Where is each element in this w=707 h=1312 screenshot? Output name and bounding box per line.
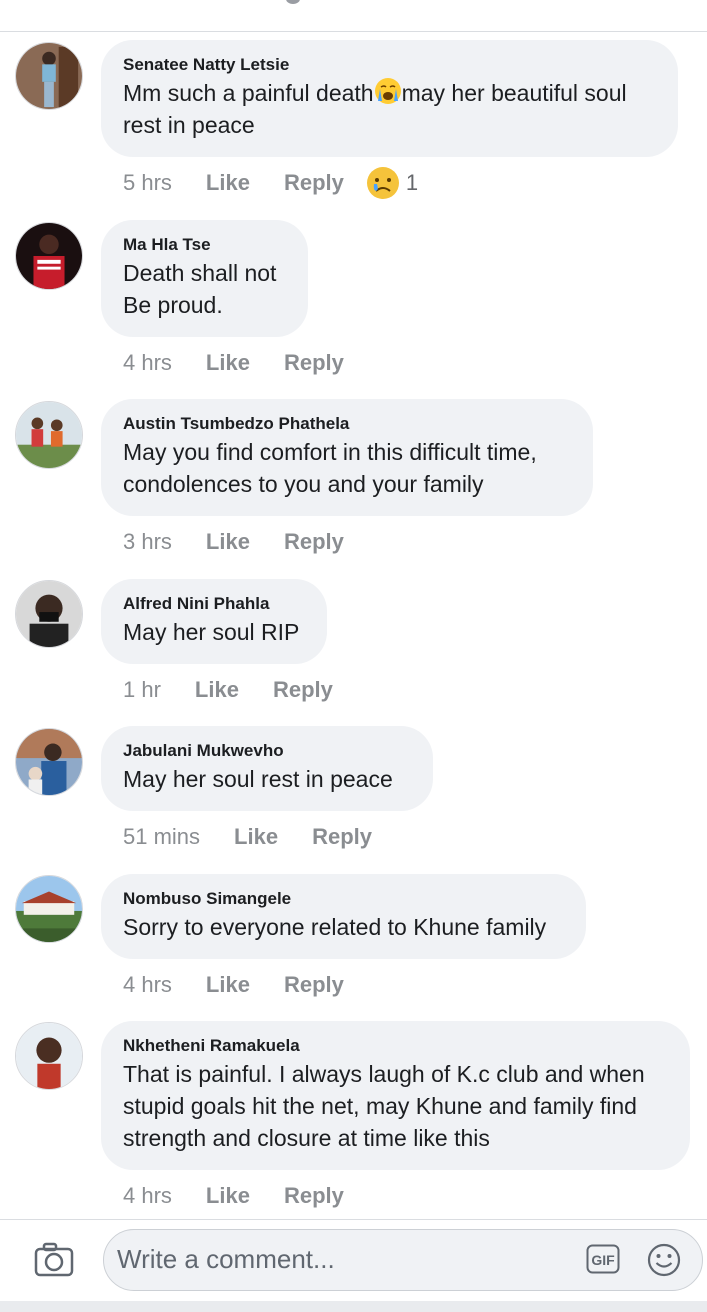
comment-author[interactable]: Ma Hla Tse bbox=[123, 235, 286, 255]
like-button[interactable]: Like bbox=[195, 677, 239, 703]
comment-text: That is painful. I always laugh of K.c c… bbox=[123, 1061, 645, 1151]
avatar[interactable] bbox=[15, 875, 83, 943]
comment-actions: 5 hrs Like Reply 1 bbox=[123, 166, 418, 200]
partial-text-fragment bbox=[286, 0, 300, 4]
comment-text: May her soul RIP bbox=[123, 619, 300, 645]
comment-text: Sorry to everyone related to Khune famil… bbox=[123, 914, 547, 940]
reply-button[interactable]: Reply bbox=[284, 972, 344, 998]
like-button[interactable]: Like bbox=[206, 529, 250, 555]
avatar[interactable] bbox=[15, 728, 83, 796]
sad-reaction-icon bbox=[366, 167, 399, 199]
comment-time[interactable]: 4 hrs bbox=[123, 972, 172, 998]
like-button[interactable]: Like bbox=[206, 170, 250, 196]
like-button[interactable]: Like bbox=[234, 824, 278, 850]
comment-time[interactable]: 3 hrs bbox=[123, 529, 172, 555]
comment-author[interactable]: Alfred Nini Phahla bbox=[123, 594, 305, 614]
reaction-count: 1 bbox=[405, 170, 419, 195]
reply-button[interactable]: Reply bbox=[284, 170, 344, 196]
comment-bubble[interactable]: Ma Hla Tse Death shall not Be proud. bbox=[101, 220, 308, 337]
comment-actions: 4 hrs Like Reply bbox=[123, 1181, 344, 1211]
comment-actions: 4 hrs Like Reply bbox=[123, 970, 344, 1000]
comment-bubble[interactable]: Senatee Natty Letsie Mm such a painful d… bbox=[101, 40, 678, 157]
comment-text: Death shall not Be proud. bbox=[123, 260, 277, 318]
like-button[interactable]: Like bbox=[206, 1183, 250, 1209]
camera-icon[interactable] bbox=[34, 1241, 74, 1277]
comment-actions: 4 hrs Like Reply bbox=[123, 348, 344, 378]
comment-author[interactable]: Nombuso Simangele bbox=[123, 889, 564, 909]
bottom-bar bbox=[0, 1301, 707, 1312]
comment-bubble[interactable]: Alfred Nini Phahla May her soul RIP bbox=[101, 579, 327, 664]
reaction-summary[interactable]: 1 bbox=[366, 166, 418, 200]
avatar[interactable] bbox=[15, 580, 83, 648]
reply-button[interactable]: Reply bbox=[284, 529, 344, 555]
comment-time[interactable]: 1 hr bbox=[123, 677, 161, 703]
comment-input[interactable]: Write a comment... GIF bbox=[103, 1229, 703, 1291]
comment-time[interactable]: 51 mins bbox=[123, 824, 200, 850]
comment-bubble[interactable]: Nombuso Simangele Sorry to everyone rela… bbox=[101, 874, 586, 959]
avatar[interactable] bbox=[15, 222, 83, 290]
gif-icon[interactable]: GIF bbox=[586, 1244, 620, 1274]
avatar[interactable] bbox=[15, 42, 83, 110]
comment-text: May her soul rest in peace bbox=[123, 766, 393, 792]
comment-time[interactable]: 4 hrs bbox=[123, 1183, 172, 1209]
comment-time[interactable]: 4 hrs bbox=[123, 350, 172, 376]
avatar[interactable] bbox=[15, 1022, 83, 1090]
comment-actions: 3 hrs Like Reply bbox=[123, 527, 344, 557]
reply-button[interactable]: Reply bbox=[284, 350, 344, 376]
comment-time[interactable]: 5 hrs bbox=[123, 170, 172, 196]
like-button[interactable]: Like bbox=[206, 972, 250, 998]
comment-author[interactable]: Senatee Natty Letsie bbox=[123, 55, 656, 75]
comment-input-placeholder: Write a comment... bbox=[117, 1244, 335, 1274]
emoji-icon[interactable] bbox=[646, 1242, 682, 1278]
reply-button[interactable]: Reply bbox=[312, 824, 372, 850]
comment-bubble[interactable]: Austin Tsumbedzo Phathela May you find c… bbox=[101, 399, 593, 516]
comment-text: Mm such a painful death may her beautiful… bbox=[123, 77, 656, 141]
comment-composer: Write a comment... GIF bbox=[0, 1219, 707, 1302]
avatar[interactable] bbox=[15, 401, 83, 469]
comment-bubble[interactable]: Nkhetheni Ramakuela That is painful. I a… bbox=[101, 1021, 690, 1170]
comment-bubble[interactable]: Jabulani Mukwevho May her soul rest in p… bbox=[101, 726, 433, 811]
comment-author[interactable]: Jabulani Mukwevho bbox=[123, 741, 411, 761]
svg-text:GIF: GIF bbox=[591, 1252, 615, 1268]
comment-actions: 1 hr Like Reply bbox=[123, 675, 333, 705]
reply-button[interactable]: Reply bbox=[284, 1183, 344, 1209]
crying-emoji bbox=[374, 78, 401, 104]
like-button[interactable]: Like bbox=[206, 350, 250, 376]
reply-button[interactable]: Reply bbox=[273, 677, 333, 703]
comment-actions: 51 mins Like Reply bbox=[123, 822, 372, 852]
comment-text: May you find comfort in this difficult t… bbox=[123, 439, 537, 497]
top-bar bbox=[0, 0, 707, 32]
comment-author[interactable]: Nkhetheni Ramakuela bbox=[123, 1036, 668, 1056]
comment-author[interactable]: Austin Tsumbedzo Phathela bbox=[123, 414, 571, 434]
